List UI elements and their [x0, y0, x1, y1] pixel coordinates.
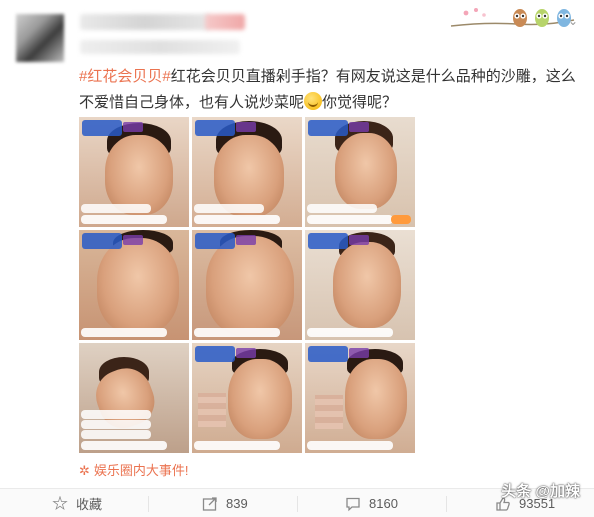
- grid-image-9[interactable]: [305, 343, 415, 453]
- repost-count: 839: [226, 496, 248, 511]
- grid-image-3[interactable]: [305, 117, 415, 227]
- grid-image-1[interactable]: [79, 117, 189, 227]
- post-body-tail: 你觉得呢？: [322, 94, 398, 111]
- comment-count: 8160: [369, 496, 398, 511]
- source-label: 娱乐圈内大事件!: [93, 463, 189, 478]
- star-icon: [52, 495, 68, 512]
- repost-button[interactable]: 839: [202, 489, 248, 517]
- hashtag-link[interactable]: #红花会贝贝#: [79, 68, 171, 85]
- comment-button[interactable]: 8160: [345, 489, 398, 517]
- post-meta-blurred: [80, 40, 240, 54]
- divider: [148, 496, 149, 512]
- divider: [446, 496, 447, 512]
- image-grid: [79, 117, 415, 453]
- grid-image-5[interactable]: [192, 230, 302, 340]
- source-tag[interactable]: ✲ 娱乐圈内大事件!: [79, 460, 189, 479]
- favorite-label: 收藏: [76, 497, 103, 512]
- avatar[interactable]: [16, 14, 64, 62]
- user-badge-blurred: [205, 14, 245, 30]
- favorite-button[interactable]: 收藏: [52, 489, 102, 517]
- owl-decoration-icon: [450, 8, 575, 27]
- repost-icon: [202, 496, 217, 511]
- username-blurred[interactable]: [80, 14, 210, 30]
- comment-icon: [346, 497, 360, 511]
- grid-image-2[interactable]: [192, 117, 302, 227]
- post-header: ⌄: [0, 0, 594, 62]
- grid-image-6[interactable]: [305, 230, 415, 340]
- divider: [297, 496, 298, 512]
- chevron-down-icon[interactable]: ⌄: [568, 14, 578, 28]
- grid-image-4[interactable]: [79, 230, 189, 340]
- grid-image-7[interactable]: [79, 343, 189, 453]
- laughing-emoji-icon: [304, 92, 323, 110]
- grid-image-8[interactable]: [192, 343, 302, 453]
- post-text: #红花会贝贝#红花会贝贝直播剁手指？有网友说这是什么品种的沙雕，这么不爱惜自己身…: [79, 64, 579, 116]
- sparkle-icon: ✲: [79, 463, 90, 478]
- watermark: 头条 @加辣: [501, 483, 580, 500]
